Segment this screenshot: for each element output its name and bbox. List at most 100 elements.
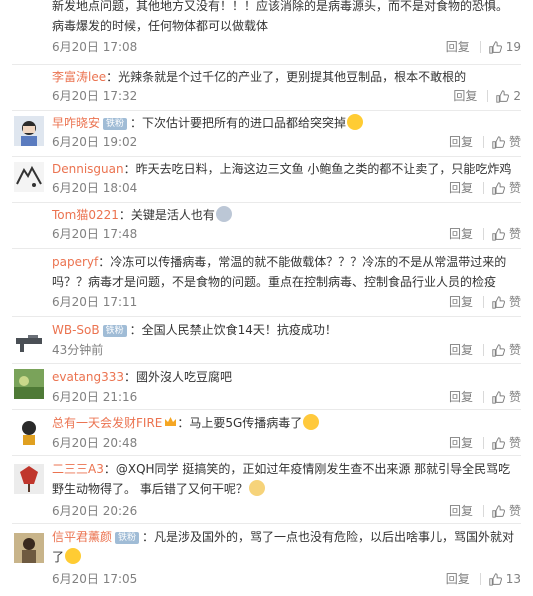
reply-button[interactable]: 回复: [446, 40, 470, 54]
thumbs-up-icon: [496, 89, 510, 103]
comment-body: 新发地点问题，其他地方又没有！！！应该消除的是病毒源头，而不是对食物的恐惧。病毒…: [52, 0, 509, 33]
pig-emoji-icon: [248, 480, 265, 496]
reply-button[interactable]: 回复: [453, 89, 477, 103]
avatar[interactable]: [14, 325, 44, 355]
like-count: 赞: [508, 295, 521, 309]
comment-item: 早咋晓安 铁粉 ：下次估计要把所有的进口品都给突突掉 6月20日 19:02 回复 …: [0, 110, 533, 156]
action-divider: [482, 136, 484, 148]
comment-time: 6月20日 20:26: [52, 504, 138, 518]
comment-item: 总有一天会发财FIRE ：马上要5G传播病毒了 6月20日 20:48 回复 赞: [0, 409, 533, 455]
comment-time: 43分钟前: [52, 343, 104, 357]
like-count: 2: [513, 89, 521, 103]
like-button[interactable]: 赞: [492, 390, 521, 404]
like-button[interactable]: 2: [496, 89, 521, 103]
like-count: 赞: [508, 135, 521, 149]
comment-text: 信平君薰颜 铁粉 ：凡是涉及国外的，骂了一点也没有危险，以后出啥事儿，骂国外就对了: [52, 527, 518, 567]
comment-time: 6月20日 21:16: [52, 390, 138, 404]
username-link[interactable]: WB-SoB: [52, 323, 100, 337]
avatar[interactable]: [14, 256, 44, 286]
comment-text: Dennisguan：昨天去吃日料，上海这边三文鱼 小鲍鱼之类的都不让卖了，只能…: [52, 159, 518, 179]
thumbs-up-icon: [492, 181, 505, 195]
like-count: 赞: [508, 436, 521, 450]
like-button[interactable]: 赞: [492, 135, 521, 149]
comment-text: 总有一天会发财FIRE ：马上要5G传播病毒了: [52, 413, 518, 433]
like-button[interactable]: 赞: [492, 504, 521, 518]
grin-emoji-icon: [65, 548, 82, 564]
avatar[interactable]: [14, 162, 44, 192]
action-divider: [482, 505, 484, 517]
thumbs-up-icon: [492, 135, 505, 149]
avatar[interactable]: [14, 533, 44, 563]
action-divider: [482, 391, 484, 403]
reply-button[interactable]: 回复: [449, 227, 473, 241]
comment-text: 李富涛lee：光辣条就是个过千亿的产业了，更别提其他豆制品，根本不敢根的: [52, 67, 518, 87]
comment-actions: 回复 赞: [449, 181, 521, 195]
like-count: 19: [505, 40, 521, 54]
comment-actions: 回复 19: [446, 40, 521, 54]
reply-button[interactable]: 回复: [449, 390, 473, 404]
comment-body: ：马上要5G传播病毒了: [177, 416, 303, 430]
username-link[interactable]: paperyf: [52, 255, 98, 269]
comment-body: ：全国人民禁止饮食14天！抗疫成功！: [129, 323, 337, 337]
reply-button[interactable]: 回复: [446, 572, 470, 586]
username-link[interactable]: 李富涛lee: [52, 70, 106, 84]
like-count: 赞: [508, 227, 521, 241]
comment-time: 6月20日 17:32: [52, 89, 138, 103]
reply-button[interactable]: 回复: [449, 343, 473, 357]
comment-item: Dennisguan：昨天去吃日料，上海这边三文鱼 小鲍鱼之类的都不让卖了，只能…: [0, 156, 533, 202]
reply-button[interactable]: 回复: [449, 135, 473, 149]
avatar[interactable]: [14, 70, 44, 100]
username-link[interactable]: evatang333: [52, 370, 124, 384]
comment-text: WB-SoB 铁粉 ：全国人民禁止饮食14天！抗疫成功！: [52, 320, 518, 340]
laughing-emoji-icon: [347, 114, 364, 130]
username-link[interactable]: Dennisguan: [52, 162, 124, 176]
reply-button[interactable]: 回复: [449, 504, 473, 518]
comment-body: ：冷冻可以传播病毒，常温的就不能做载体？？？冷冻的不是从常温带过来的吗？？病毒才…: [52, 255, 507, 289]
username-link[interactable]: 信平君薰颜: [52, 530, 112, 544]
username-link[interactable]: Tom猫0221: [52, 208, 119, 222]
thumbs-up-icon: [492, 390, 505, 404]
like-button[interactable]: 赞: [492, 436, 521, 450]
fan-badge: 铁粉: [103, 118, 128, 130]
thumbs-up-icon: [489, 572, 502, 586]
like-count: 赞: [508, 504, 521, 518]
action-divider: [482, 296, 484, 308]
shocked-emoji-icon: [303, 414, 320, 430]
comment-body: ：@XQH同学 挺搞笑的，正如过年疫情刚发生查不出来源 那就引导全民骂吃野生动物…: [52, 462, 511, 496]
username-link[interactable]: 早咋晓安: [52, 116, 100, 130]
avatar[interactable]: [14, 369, 44, 399]
avatar[interactable]: [14, 208, 44, 238]
action-divider: [482, 182, 484, 194]
comment-actions: 回复 赞: [449, 295, 521, 309]
comment-body: ：國外沒人吃豆腐吧: [124, 370, 233, 384]
like-button[interactable]: 赞: [492, 227, 521, 241]
action-divider: [482, 437, 484, 449]
action-divider: [487, 90, 489, 102]
like-button[interactable]: 19: [489, 40, 521, 54]
avatar[interactable]: [14, 116, 44, 146]
reply-button[interactable]: 回复: [449, 181, 473, 195]
comment-item: 新发地点问题，其他地方又没有！！！应该消除的是病毒源头，而不是对食物的恐惧。病毒…: [0, 0, 533, 66]
like-button[interactable]: 赞: [492, 181, 521, 195]
reply-button[interactable]: 回复: [449, 295, 473, 309]
crying-emoji-icon: [215, 206, 232, 222]
like-button[interactable]: 赞: [492, 295, 521, 309]
comment-list: 新发地点问题，其他地方又没有！！！应该消除的是病毒源头，而不是对食物的恐惧。病毒…: [0, 0, 533, 596]
comment-item: evatang333：國外沒人吃豆腐吧 6月20日 21:16 回复 赞: [0, 363, 533, 409]
like-button[interactable]: 13: [489, 572, 521, 586]
comment-actions: 回复 2: [453, 89, 521, 103]
avatar[interactable]: [14, 464, 44, 494]
username-link[interactable]: 总有一天会发财FIRE: [52, 416, 162, 430]
comment-time: 6月20日 17:08: [52, 40, 138, 54]
like-button[interactable]: 赞: [492, 343, 521, 357]
action-divider: [479, 573, 481, 585]
avatar[interactable]: [14, 416, 44, 446]
reply-button[interactable]: 回复: [449, 436, 473, 450]
comment-body: ：昨天去吃日料，上海这边三文鱼 小鲍鱼之类的都不让卖了，只能吃炸鸡: [123, 162, 512, 176]
comment-item: WB-SoB 铁粉 ：全国人民禁止饮食14天！抗疫成功！ 43分钟前 回复 赞: [0, 316, 533, 362]
comment-time: 6月20日 20:48: [52, 436, 138, 450]
username-link[interactable]: 二三三A3: [52, 462, 104, 476]
thumbs-up-icon: [492, 343, 505, 357]
comment-text: 新发地点问题，其他地方又没有！！！应该消除的是病毒源头，而不是对食物的恐惧。病毒…: [52, 0, 518, 36]
thumbs-up-icon: [492, 227, 505, 241]
